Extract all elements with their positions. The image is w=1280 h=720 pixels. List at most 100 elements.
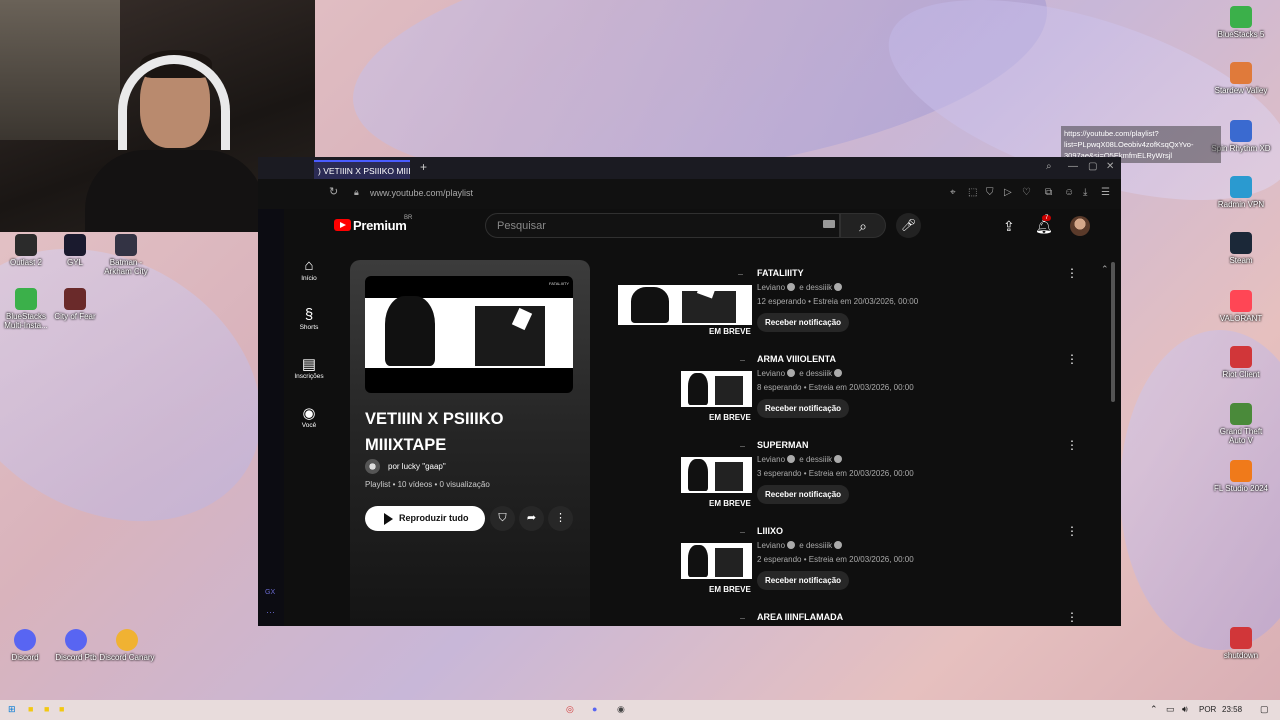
profile-icon[interactable]: ☺ — [1064, 187, 1074, 198]
notify-me-button[interactable]: Receber notificação — [757, 399, 850, 418]
notify-me-button[interactable]: Receber notificação — [757, 571, 850, 590]
heart-icon[interactable]: ♡ — [1022, 187, 1031, 198]
playlist-owner[interactable]: por lucky "gaap" — [388, 462, 446, 471]
obs-taskbar-icon[interactable]: ◉ — [617, 704, 625, 715]
new-tab-button[interactable]: + — [420, 160, 427, 174]
minimize-button[interactable]: — — [1068, 161, 1078, 172]
desktop-shortcut[interactable]: Discord Canary — [97, 629, 157, 662]
channel-name[interactable]: Leviano — [757, 283, 785, 292]
maximize-button[interactable]: ▢ — [1088, 161, 1097, 172]
channel-name[interactable]: Leviano — [757, 369, 785, 378]
youtube-logo-text[interactable]: Premium — [353, 218, 407, 233]
reload-icon[interactable]: ↻ — [329, 185, 338, 198]
search-tabs-icon[interactable]: ⌕ — [1046, 161, 1052, 172]
video-thumbnail[interactable] — [681, 371, 752, 407]
playlist-video-item[interactable]: — EM BREVE LIIIXO Leviano e dessiiik 2 esper… — [618, 524, 1078, 612]
save-playlist-button[interactable]: ⛉ — [490, 506, 515, 531]
desktop-shortcut[interactable]: BlueStacks 5 — [1211, 6, 1271, 39]
collapse-chevron-icon[interactable]: ⌃ — [1101, 264, 1109, 275]
thumbnail-tag-icon: — — [740, 358, 745, 364]
more-icon[interactable]: ··· — [266, 607, 275, 617]
collab-name[interactable]: e dessiiik — [799, 369, 832, 378]
discord-ptb-icon — [65, 629, 87, 651]
nav-item[interactable]: § Shorts — [283, 306, 335, 331]
download-icon[interactable]: ⤓ — [1083, 187, 1087, 198]
desktop-shortcut[interactable]: Batman - Arkham City — [96, 234, 156, 276]
search-button[interactable]: ⌕ — [840, 213, 886, 238]
opera-gx-taskbar-icon[interactable]: ◎ — [566, 704, 574, 715]
more-actions-button[interactable]: ⋮ — [548, 506, 573, 531]
share-button[interactable]: ➦ — [519, 506, 544, 531]
volume-icon[interactable]: 🔊︎ — [1182, 704, 1188, 715]
channel-name[interactable]: Leviano — [757, 541, 785, 550]
video-title[interactable]: ARMA VIIIOLENTA — [757, 354, 836, 364]
desktop-shortcut[interactable]: Radmin VPN — [1211, 176, 1271, 209]
desktop-shortcut[interactable]: City of Fear — [45, 288, 105, 321]
desktop-shortcut[interactable]: shutdown — [1211, 627, 1271, 660]
voice-search-button[interactable]: 🎤︎ — [896, 213, 921, 238]
video-menu-icon[interactable]: ⋮ — [1066, 266, 1078, 280]
play-all-button[interactable]: Reproduzir tudo — [365, 506, 485, 531]
language-indicator[interactable]: POR — [1199, 705, 1216, 714]
desktop-shortcut[interactable]: Stardew Valley — [1211, 62, 1271, 95]
clock[interactable]: 23:58 — [1222, 705, 1242, 714]
channel-name[interactable]: Leviano — [757, 455, 785, 464]
play-icon[interactable]: ▷ — [1004, 187, 1012, 198]
sticky-note-icon[interactable]: ■ — [28, 704, 33, 714]
start-icon[interactable]: ⊞ — [8, 704, 16, 715]
upload-icon[interactable]: ⇪ — [1003, 218, 1015, 235]
nav-item[interactable]: ⌂ Início — [283, 257, 335, 282]
collab-name[interactable]: e dessiiik — [799, 541, 832, 550]
tab-youtube-playlist[interactable]: ) VETIIIN X PSIIIKO MIIIX — [314, 160, 410, 179]
playlist-video-item[interactable]: — EM BREVE FATALIIITY Leviano e dessiiik 12 … — [618, 266, 1078, 354]
avatar[interactable] — [1070, 216, 1090, 236]
sticky-note-icon[interactable]: ■ — [44, 704, 49, 714]
video-thumbnail[interactable] — [681, 543, 752, 579]
collab-name[interactable]: e dessiiik — [799, 283, 832, 292]
extensions-icon[interactable]: ⧉ — [1045, 187, 1052, 198]
video-thumbnail[interactable] — [618, 285, 752, 325]
pin-icon[interactable]: ⌖ — [950, 187, 956, 198]
video-title[interactable]: FATALIIITY — [757, 268, 804, 278]
scrollbar[interactable] — [1111, 262, 1115, 402]
notification-center-icon[interactable]: ▢ — [1260, 704, 1269, 715]
desktop-shortcut[interactable]: Steam — [1211, 232, 1271, 265]
video-title[interactable]: AREA IIINFLAMADA — [757, 612, 843, 622]
video-menu-icon[interactable]: ⋮ — [1066, 438, 1078, 452]
keyboard-icon[interactable] — [823, 220, 835, 228]
playlist-video-item[interactable]: — AREA IIINFLAMADA ⋮ — [618, 610, 1078, 698]
desktop-shortcut-label: Radmin VPN — [1217, 200, 1265, 209]
tray-chevron-icon[interactable]: ⌃ — [1150, 704, 1158, 715]
search-input[interactable]: Pesquisar — [485, 213, 840, 238]
video-thumbnail[interactable] — [681, 457, 752, 493]
playlist-video-item[interactable]: — EM BREVE SUPERMAN Leviano e dessiiik 3 esp… — [618, 438, 1078, 526]
playlist-thumbnail[interactable]: FATALIIITY — [365, 276, 573, 393]
video-title[interactable]: SUPERMAN — [757, 440, 809, 450]
desktop-shortcut[interactable]: Riot Client — [1211, 346, 1271, 379]
discord-taskbar-icon[interactable]: ● — [592, 704, 597, 714]
youtube-logo-icon[interactable] — [334, 219, 351, 231]
lock-icon: 🔒︎ — [354, 187, 359, 197]
url-field[interactable]: www.youtube.com/playlist — [370, 188, 473, 198]
menu-icon[interactable]: ☰ — [1101, 187, 1110, 198]
notify-me-button[interactable]: Receber notificação — [757, 485, 850, 504]
collab-name[interactable]: e dessiiik — [799, 455, 832, 464]
snapshot-icon[interactable]: ⬚ — [968, 187, 977, 198]
video-menu-icon[interactable]: ⋮ — [1066, 610, 1078, 624]
playlist-video-item[interactable]: — EM BREVE ARMA VIIIOLENTA Leviano e dessii… — [618, 352, 1078, 440]
nav-item[interactable]: ◉ Você — [283, 404, 335, 429]
sticky-note-icon[interactable]: ■ — [59, 704, 64, 714]
owner-avatar[interactable] — [365, 459, 380, 474]
desktop-shortcut[interactable]: Grand Theft Auto V — [1211, 403, 1271, 445]
nav-item[interactable]: ▤ Inscrições — [283, 355, 335, 380]
close-window-button[interactable]: ✕ — [1106, 161, 1114, 172]
desktop-shortcut[interactable]: VALORANT — [1211, 290, 1271, 323]
video-menu-icon[interactable]: ⋮ — [1066, 524, 1078, 538]
desktop-shortcut[interactable]: FL Studio 2024 — [1211, 460, 1271, 493]
network-icon[interactable]: ▭ — [1166, 704, 1175, 715]
video-title[interactable]: LIIIXO — [757, 526, 783, 536]
video-menu-icon[interactable]: ⋮ — [1066, 352, 1078, 366]
notify-me-button[interactable]: Receber notificação — [757, 313, 850, 332]
gx-label[interactable]: GX — [265, 589, 275, 596]
shield-icon[interactable]: ⛉ — [986, 187, 994, 198]
